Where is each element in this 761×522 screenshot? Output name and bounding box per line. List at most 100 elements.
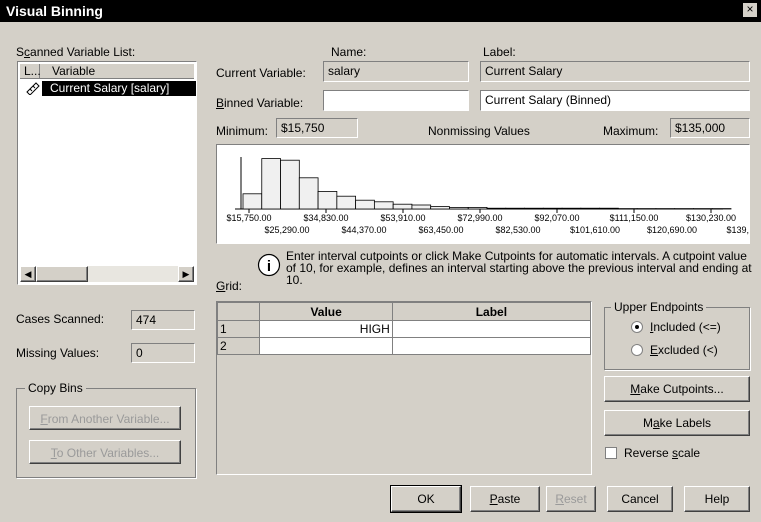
ruler-icon [26,81,40,96]
histogram-bar [336,195,357,210]
scrollbar-thumb[interactable] [36,266,88,282]
current-variable-name-field: salary [323,61,469,82]
histogram-chart: $15,750.00 $34,830.00 $53,910.00 $72,990.00… [226,157,749,235]
tick-label: $44,370.00 [341,225,386,235]
copy-bins-title: Copy Bins [25,381,86,395]
tick-label: $63,450.00 [418,225,463,235]
grid-table-area[interactable]: Value Label 1 HIGH 2 [216,301,592,475]
histogram-bar [486,207,507,210]
window-title: Visual Binning [6,3,103,19]
minimum-value: $15,750 [276,118,358,138]
reverse-scale-checkbox[interactable] [605,447,617,459]
included-radio[interactable] [631,321,643,333]
binned-variable-label-input[interactable]: Current Salary (Binned) [480,90,750,111]
tick-label: $34,830.00 [303,213,348,223]
row-number: 1 [216,320,261,338]
grid-label: Grid: [216,279,243,293]
upper-endpoints-group: Upper Endpoints Included (<=) Excluded (… [604,300,750,370]
label-header: Label: [483,45,516,59]
ok-button[interactable]: OK [390,485,462,513]
close-icon[interactable]: × [743,3,757,17]
reverse-scale-label[interactable]: Reverse scale [624,446,700,460]
maximum-label: Maximum: [603,124,659,138]
binned-variable-label: Binned Variable: [216,96,304,110]
tick-label: $130,230.00 [686,213,736,223]
histogram-bar [242,193,263,210]
histogram-bar [298,177,319,210]
scanned-variable-list[interactable]: L... Variable Current Salary [salary] ◀ … [17,61,197,285]
cases-scanned-value: 474 [131,310,195,330]
paste-button[interactable]: Paste [470,486,540,512]
tick-label: $92,070.00 [534,213,579,223]
table-row[interactable]: 1 HIGH [216,320,592,338]
tick-label: $120,690.00 [647,225,697,235]
histogram-bar [542,207,563,210]
copy-bins-group: Copy Bins From Another Variable... To Ot… [16,381,196,478]
column-header-variable[interactable]: Variable [40,64,194,79]
grid-label-cell[interactable] [391,320,592,338]
histogram-bar [580,207,601,210]
scroll-left-icon[interactable]: ◀ [20,266,36,282]
grid-label-cell[interactable] [391,337,592,355]
info-icon: i [257,253,281,277]
tick-label: $25,290.00 [264,225,309,235]
histogram-bar [561,207,582,210]
histogram-bar [373,201,394,210]
from-another-variable-button[interactable]: From Another Variable... [29,406,181,430]
help-button[interactable]: Help [684,486,750,512]
horizontal-scrollbar[interactable]: ◀ ▶ [20,266,194,282]
tick-label: $139,770... [726,225,749,235]
included-label[interactable]: Included (<=) [650,320,721,334]
histogram-bar [524,207,544,210]
upper-endpoints-title: Upper Endpoints [611,300,707,314]
histogram-bar [505,207,525,210]
name-header: Name: [331,45,367,59]
table-row[interactable]: 2 [216,337,592,355]
missing-values-label: Missing Values: [16,346,100,360]
maximum-value: $135,000 [670,118,750,138]
reset-button[interactable]: Reset [546,486,596,512]
histogram-bar [411,204,432,210]
histogram-bar [355,199,375,210]
column-header-value[interactable]: Value [259,302,393,321]
missing-values-value: 0 [131,343,195,363]
svg-text:i: i [267,258,271,275]
make-labels-button[interactable]: Make Labels [604,410,750,436]
current-variable-label: Current Variable: [216,66,306,80]
histogram-panel: $15,750.00 $34,830.00 $53,910.00 $72,990.00… [216,144,750,244]
histogram-bar [317,191,338,210]
tick-label: $72,990.00 [457,213,502,223]
column-header-label[interactable]: Label [391,302,592,321]
tick-label: $82,530.00 [495,225,540,235]
tick-label: $15,750.00 [226,213,271,223]
histogram-bar [599,207,619,210]
grid-corner [216,302,261,321]
histogram-bar [467,207,488,210]
cancel-button[interactable]: Cancel [607,486,673,512]
info-text: Enter interval cutpoints or click Make C… [286,249,752,287]
cases-scanned-label: Cases Scanned: [16,312,105,326]
excluded-label[interactable]: Excluded (<) [650,343,718,357]
tick-label: $111,150.00 [610,213,659,223]
grid-value-cell[interactable] [259,337,393,355]
scanned-variable-list-label: Scanned Variable List: [16,45,136,59]
title-bar: Visual Binning × [0,0,761,22]
list-item[interactable]: Current Salary [salary] [42,81,196,96]
tick-label: $53,910.00 [380,213,425,223]
excluded-radio[interactable] [631,344,643,356]
binned-variable-name-input[interactable] [323,90,469,111]
to-other-variables-button[interactable]: To Other Variables... [29,440,181,464]
minimum-label: Minimum: [216,124,269,138]
column-header-l[interactable]: L... [20,64,41,79]
scroll-right-icon[interactable]: ▶ [178,266,194,282]
grid-table[interactable]: Value Label 1 HIGH 2 [216,302,592,355]
grid-value-cell[interactable]: HIGH [259,320,393,338]
tick-label: $101,610.00 [570,225,620,235]
histogram-bar [392,203,413,210]
row-number: 2 [216,337,261,355]
make-cutpoints-button[interactable]: Make Cutpoints... [604,376,750,402]
histogram-bar [280,159,300,210]
histogram-bar [430,206,450,210]
current-variable-label-field: Current Salary [480,61,750,82]
histogram-bar [449,207,469,210]
